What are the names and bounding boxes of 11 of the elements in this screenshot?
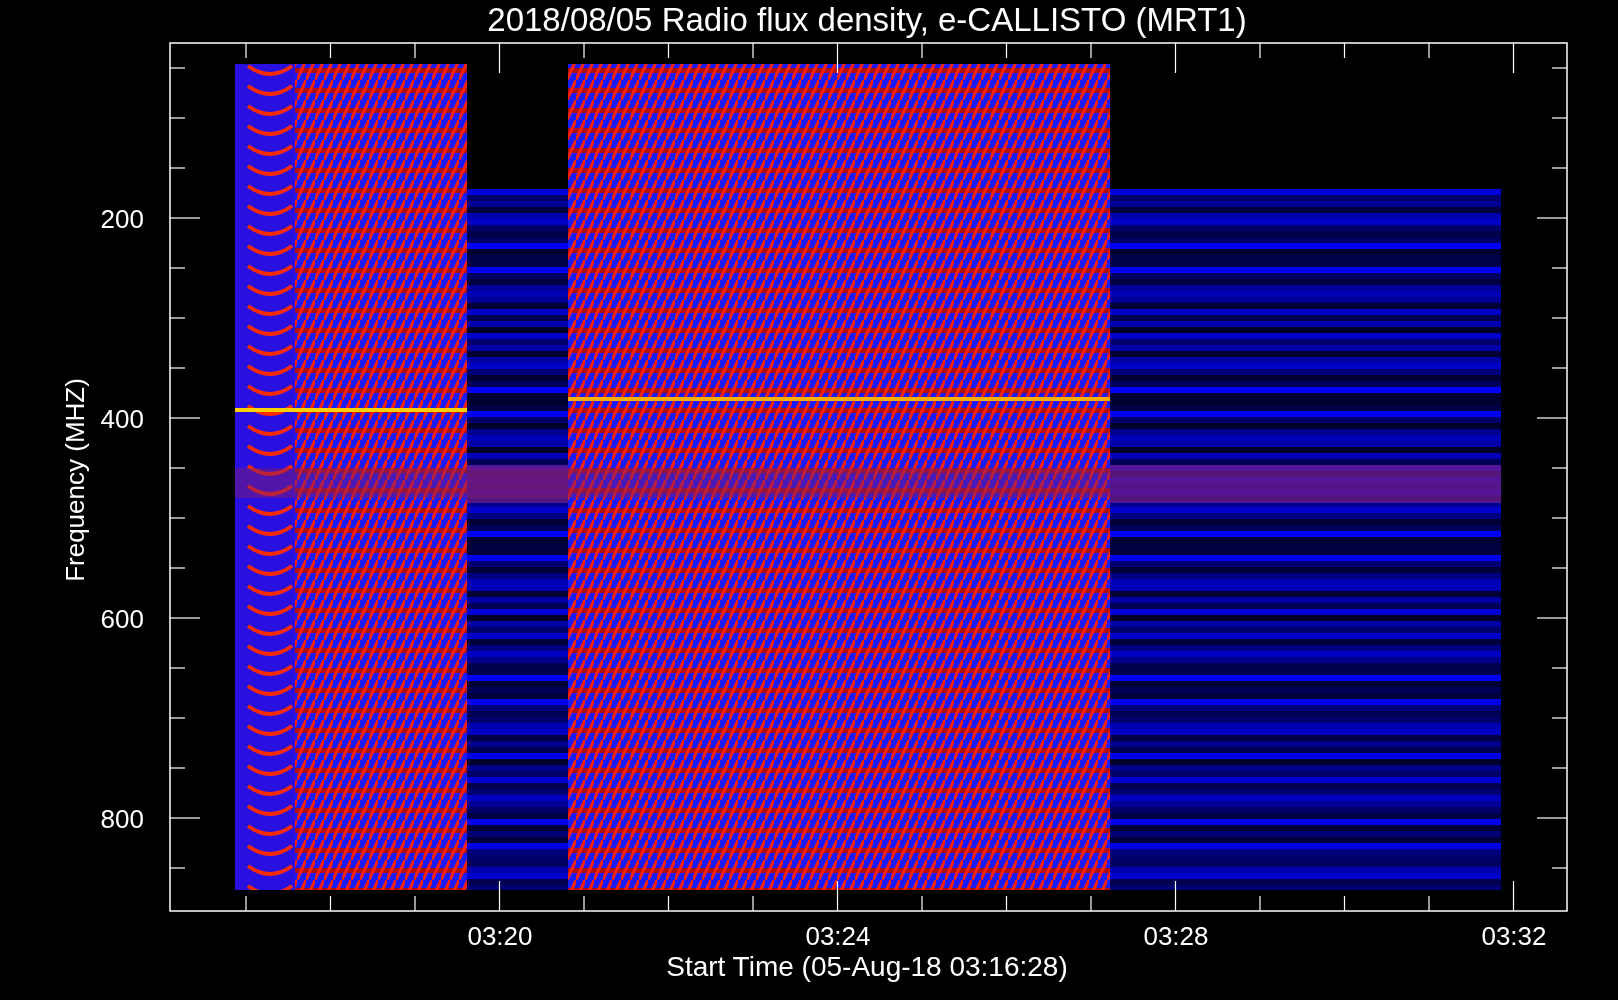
x-axis-tick-label: 03:20 bbox=[467, 921, 533, 951]
x-axis-tick-label: 03:32 bbox=[1481, 921, 1547, 951]
x-axis-tick-label: 03:24 bbox=[805, 921, 871, 951]
x-axis-title: Start Time (05-Aug-18 03:16:28) bbox=[666, 951, 1068, 982]
x-axis-tick-label: 03:28 bbox=[1143, 921, 1209, 951]
y-axis-tick-label: 400 bbox=[100, 404, 144, 434]
chart-title: 2018/08/05 Radio flux density, e-CALLISTO (MRT1) bbox=[487, 1, 1247, 38]
y-axis-tick-label: 200 bbox=[100, 204, 144, 234]
y-axis-title: Frequency (MHZ) bbox=[60, 378, 90, 582]
y-axis-tick-label: 600 bbox=[100, 604, 144, 634]
y-axis-tick-label: 800 bbox=[100, 804, 144, 834]
